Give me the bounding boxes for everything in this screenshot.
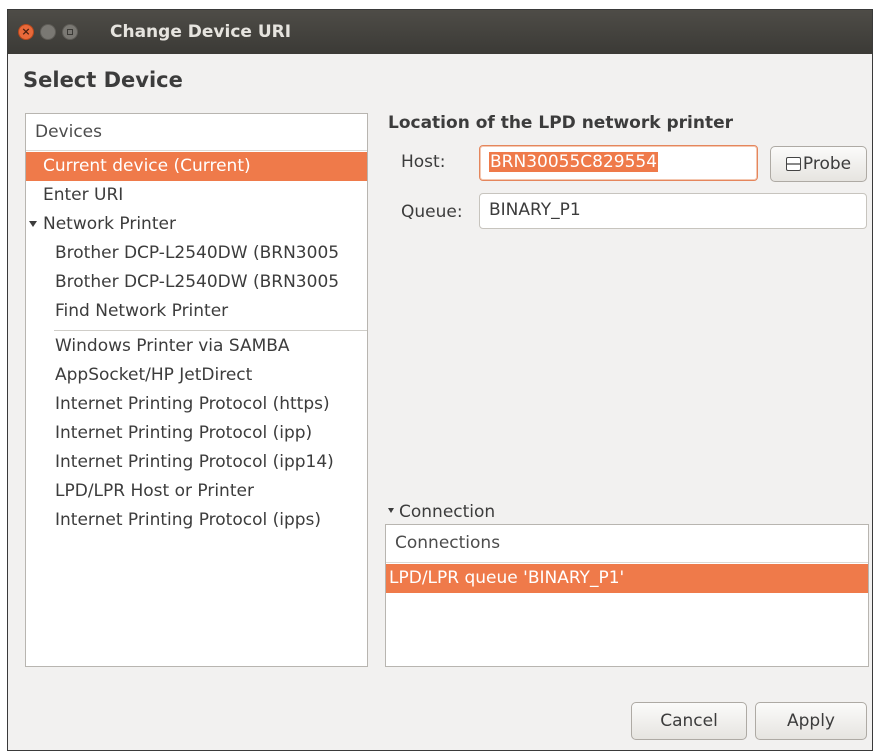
list-separator	[54, 330, 367, 331]
lpd-section-title: Location of the LPD network printer	[388, 113, 733, 133]
host-input-value: BRN30055C829554	[489, 152, 659, 172]
device-item-label: Internet Printing Protocol (ipp)	[55, 423, 313, 443]
probe-button[interactable]: Probe	[770, 146, 867, 182]
title-bar: × Change Device URI	[8, 10, 872, 54]
device-item-label: Internet Printing Protocol (ipp14)	[55, 452, 334, 472]
device-item-label: Internet Printing Protocol (https)	[55, 394, 330, 414]
queue-input-value: BINARY_P1	[489, 200, 581, 220]
minimize-window-button[interactable]	[40, 24, 56, 40]
header-divider	[386, 562, 868, 563]
window-title: Change Device URI	[110, 22, 292, 42]
connection-item-label: LPD/LPR queue 'BINARY_P1'	[389, 568, 625, 588]
device-item-label: Find Network Printer	[55, 301, 229, 321]
dialog-window: × Change Device URI Select Device Device…	[7, 9, 873, 751]
page-heading: Select Device	[23, 68, 183, 92]
device-item-lpd-lpr[interactable]: LPD/LPR Host or Printer	[26, 477, 367, 506]
queue-label: Queue:	[401, 202, 463, 222]
probe-button-label: Probe	[802, 154, 852, 174]
queue-input[interactable]: BINARY_P1	[479, 193, 867, 229]
device-item-samba[interactable]: Windows Printer via SAMBA	[26, 332, 367, 361]
expander-arrow-icon	[388, 508, 394, 513]
device-item-brother-2[interactable]: Brother DCP-L2540DW (BRN3005	[26, 268, 367, 297]
cancel-button[interactable]: Cancel	[631, 702, 747, 740]
header-divider	[26, 150, 367, 151]
device-item-label: Current device (Current)	[43, 156, 251, 176]
device-item-label: Brother DCP-L2540DW (BRN3005	[55, 272, 340, 292]
maximize-window-button[interactable]	[62, 24, 78, 40]
device-item-label: Windows Printer via SAMBA	[55, 336, 290, 356]
device-group-network-printer[interactable]: Network Printer	[26, 210, 367, 239]
device-item-ipp[interactable]: Internet Printing Protocol (ipp)	[26, 419, 367, 448]
connections-list: Connections LPD/LPR queue 'BINARY_P1'	[385, 524, 869, 667]
device-item-brother-1[interactable]: Brother DCP-L2540DW (BRN3005	[26, 239, 367, 268]
device-item-label: Network Printer	[43, 214, 176, 234]
device-item-label: Enter URI	[43, 185, 124, 205]
expander-arrow-icon[interactable]	[29, 221, 37, 227]
connections-column-header[interactable]: Connections	[395, 533, 500, 553]
device-item-ipps[interactable]: Internet Printing Protocol (ipps)	[26, 506, 367, 535]
device-item-label: Internet Printing Protocol (ipps)	[55, 510, 322, 530]
device-item-current[interactable]: Current device (Current)	[26, 152, 367, 181]
device-item-find-network-printer[interactable]: Find Network Printer	[26, 297, 367, 326]
host-input[interactable]: BRN30055C829554	[479, 145, 758, 181]
devices-column-header[interactable]: Devices	[35, 122, 102, 142]
apply-button[interactable]: Apply	[755, 702, 867, 740]
connection-expander[interactable]: Connection	[388, 502, 495, 522]
device-item-label: LPD/LPR Host or Printer	[55, 481, 254, 501]
device-item-ipp-https[interactable]: Internet Printing Protocol (https)	[26, 390, 367, 419]
host-label: Host:	[401, 152, 446, 172]
device-item-label: AppSocket/HP JetDirect	[55, 365, 253, 385]
device-item-appsocket[interactable]: AppSocket/HP JetDirect	[26, 361, 367, 390]
device-item-label: Brother DCP-L2540DW (BRN3005	[55, 243, 340, 263]
close-window-button[interactable]: ×	[18, 24, 34, 40]
device-item-enter-uri[interactable]: Enter URI	[26, 181, 367, 210]
device-item-ipp14[interactable]: Internet Printing Protocol (ipp14)	[26, 448, 367, 477]
devices-list: Devices Current device (Current) Enter U…	[25, 113, 368, 667]
printer-icon	[785, 157, 801, 171]
connection-expander-label: Connection	[399, 502, 496, 522]
connection-item[interactable]: LPD/LPR queue 'BINARY_P1'	[386, 564, 868, 593]
